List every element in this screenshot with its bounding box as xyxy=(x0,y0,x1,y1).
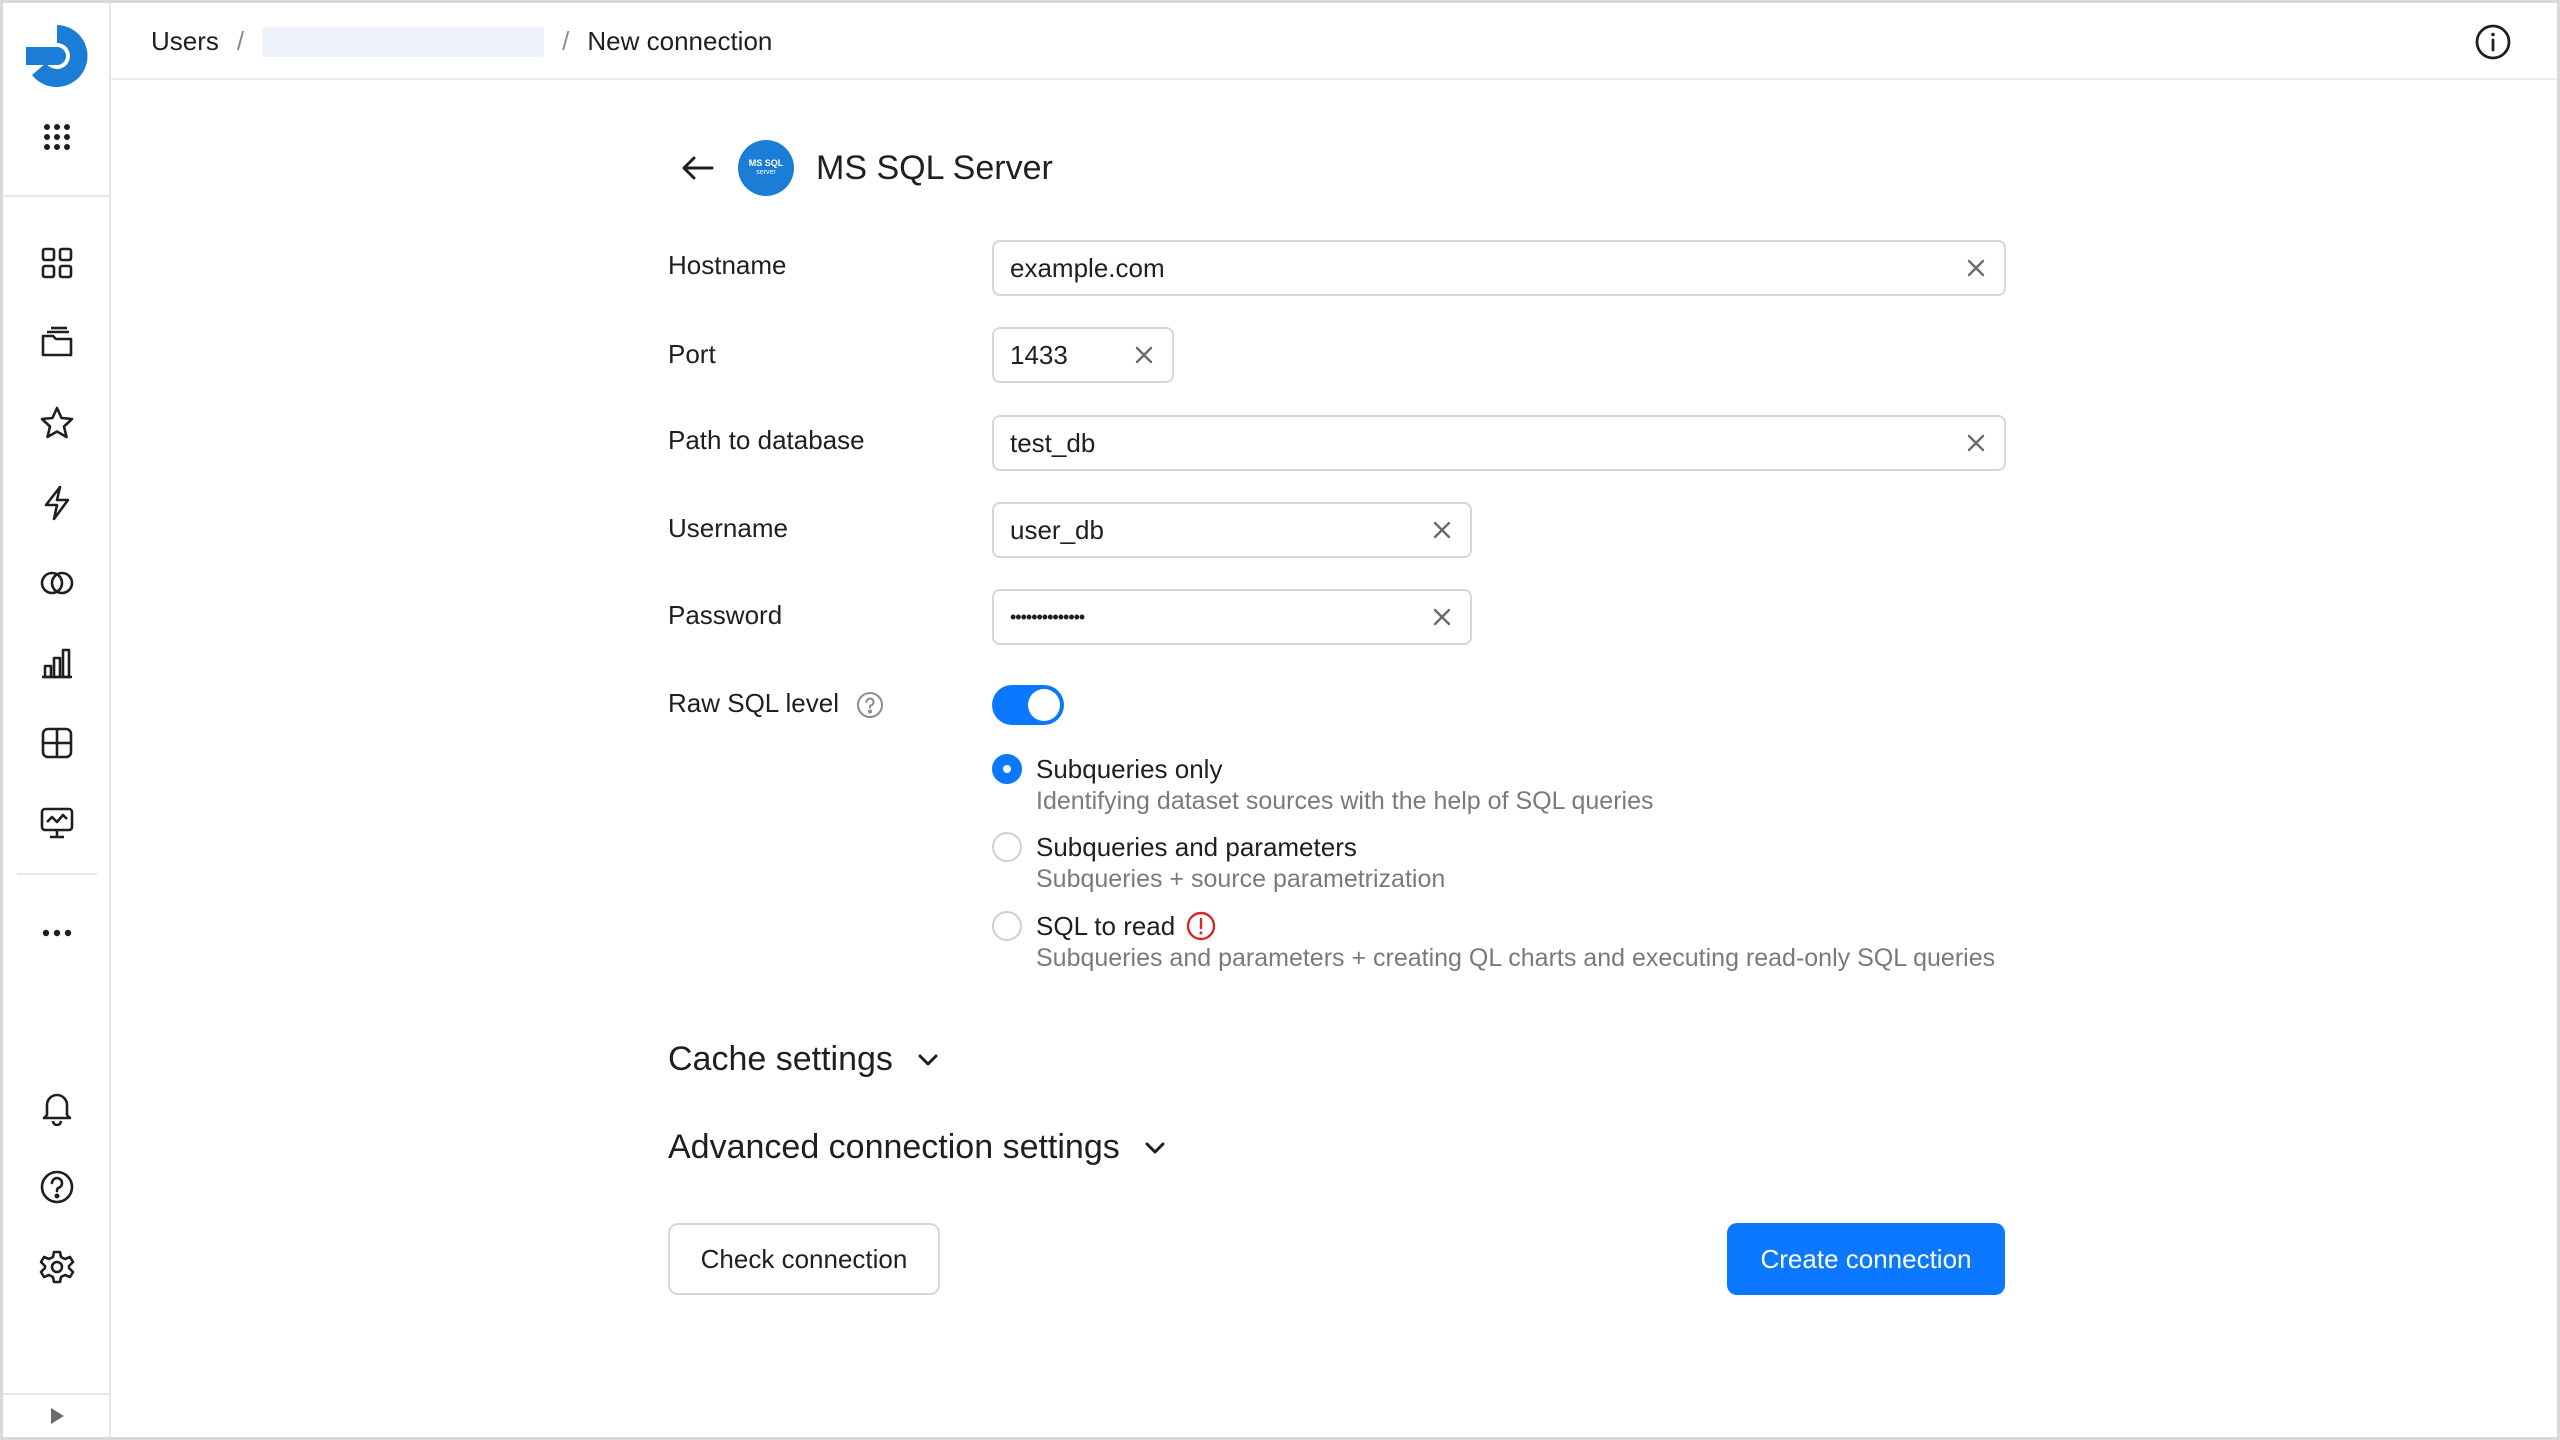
radio-title: Subqueries only xyxy=(1036,754,1223,784)
hostname-value[interactable]: example.com xyxy=(1010,253,1954,284)
sidebar-divider xyxy=(17,873,97,875)
notifications-bell-icon[interactable] xyxy=(33,1083,81,1131)
advanced-settings-label: Advanced connection settings xyxy=(668,1128,1120,1166)
advanced-settings-toggle[interactable]: Advanced connection settings xyxy=(668,1128,1172,1167)
username-value[interactable]: user_db xyxy=(1010,515,1420,546)
path-field[interactable]: test_db xyxy=(992,415,2006,471)
port-value[interactable]: 1433 xyxy=(1010,340,1122,371)
check-connection-button[interactable]: Check connection xyxy=(668,1223,940,1295)
play-triangle-icon xyxy=(51,1408,64,1424)
raw-sql-level-label-row: Raw SQL level xyxy=(668,688,884,719)
apps-grid-icon[interactable] xyxy=(33,239,81,287)
sidebar xyxy=(3,3,111,1437)
question-circle-icon[interactable] xyxy=(856,691,884,719)
radio-subqueries-and-parameters[interactable]: Subqueries and parameters Subqueries + s… xyxy=(992,831,1445,895)
path-value[interactable]: test_db xyxy=(1010,428,1954,459)
warning-circle-icon[interactable] xyxy=(1185,910,1217,942)
username-field[interactable]: user_db xyxy=(992,502,1472,558)
toggle-knob xyxy=(1028,689,1060,721)
username-label: Username xyxy=(668,513,788,543)
breadcrumb: Users / / New connection xyxy=(151,3,772,80)
path-label: Path to database xyxy=(668,425,865,455)
sidebar-divider xyxy=(3,195,111,197)
hostname-field[interactable]: example.com xyxy=(992,240,2006,296)
info-icon[interactable] xyxy=(2473,22,2513,62)
back-arrow-icon[interactable] xyxy=(676,146,720,190)
password-label: Password xyxy=(668,600,783,630)
collapse-sidebar-button[interactable] xyxy=(3,1393,111,1437)
mssql-logo-text: MS SQL xyxy=(748,158,784,168)
breadcrumb-users[interactable]: Users xyxy=(151,26,219,57)
all-services-icon[interactable] xyxy=(33,113,81,161)
top-header: Users / / New connection xyxy=(111,3,2557,80)
clear-password-icon[interactable] xyxy=(1420,595,1464,639)
radio-title: Subqueries and parameters xyxy=(1036,832,1357,862)
create-connection-button[interactable]: Create connection xyxy=(1727,1223,2005,1295)
radio-selected-icon[interactable] xyxy=(992,754,1022,784)
cache-settings-toggle[interactable]: Cache settings xyxy=(668,1040,945,1079)
mssql-logo-subtext: server xyxy=(756,169,776,176)
breadcrumb-current: New connection xyxy=(587,26,773,56)
password-value[interactable]: •••••••••••••• xyxy=(1010,607,1420,628)
port-label: Port xyxy=(668,339,716,369)
chevron-down-icon xyxy=(1145,1142,1165,1153)
hostname-label: Hostname xyxy=(668,250,787,280)
window-frame xyxy=(0,0,2560,1440)
password-field[interactable]: •••••••••••••• xyxy=(992,589,1472,645)
radio-description: Subqueries and parameters + creating QL … xyxy=(1036,944,1996,972)
connections-bolt-icon[interactable] xyxy=(33,479,81,527)
breadcrumb-redacted[interactable] xyxy=(262,26,545,57)
chevron-down-icon xyxy=(918,1054,938,1065)
breadcrumb-separator: / xyxy=(236,26,245,56)
settings-gear-icon[interactable] xyxy=(33,1243,81,1291)
datasets-icon[interactable] xyxy=(33,559,81,607)
clear-hostname-icon[interactable] xyxy=(1954,246,1998,290)
radio-subqueries-only[interactable]: Subqueries only Identifying dataset sour… xyxy=(992,753,1654,817)
clear-username-icon[interactable] xyxy=(1420,508,1464,552)
radio-title: SQL to read xyxy=(1036,911,1176,941)
cache-settings-label: Cache settings xyxy=(668,1040,893,1078)
help-icon[interactable] xyxy=(33,1163,81,1211)
raw-sql-level-label: Raw SQL level xyxy=(668,688,839,718)
charts-icon[interactable] xyxy=(33,639,81,687)
raw-sql-toggle[interactable] xyxy=(992,685,1064,725)
page-title: MS SQL Server xyxy=(816,148,1053,187)
connector-title-row: MS SQL server MS SQL Server xyxy=(676,136,1053,200)
clear-port-icon[interactable] xyxy=(1122,333,1166,377)
radio-unselected-icon[interactable] xyxy=(992,832,1022,862)
more-dots-icon[interactable] xyxy=(33,909,81,957)
workbooks-icon[interactable] xyxy=(33,319,81,367)
radio-description: Identifying dataset sources with the hel… xyxy=(1036,787,1654,815)
radio-title-row: SQL to read xyxy=(1036,910,1995,942)
reports-icon[interactable] xyxy=(33,799,81,847)
mssql-logo-icon: MS SQL server xyxy=(738,140,794,196)
radio-description: Subqueries + source parametrization xyxy=(1036,865,1446,893)
datalens-logo-icon[interactable] xyxy=(24,23,90,89)
clear-path-icon[interactable] xyxy=(1954,421,1998,465)
radio-unselected-icon[interactable] xyxy=(992,911,1022,941)
radio-sql-to-read[interactable]: SQL to read Subqueries and parameters + … xyxy=(992,910,1995,974)
port-field[interactable]: 1433 xyxy=(992,327,1174,383)
breadcrumb-separator: / xyxy=(562,26,570,56)
dashboards-icon[interactable] xyxy=(33,719,81,767)
favorites-star-icon[interactable] xyxy=(33,399,81,447)
